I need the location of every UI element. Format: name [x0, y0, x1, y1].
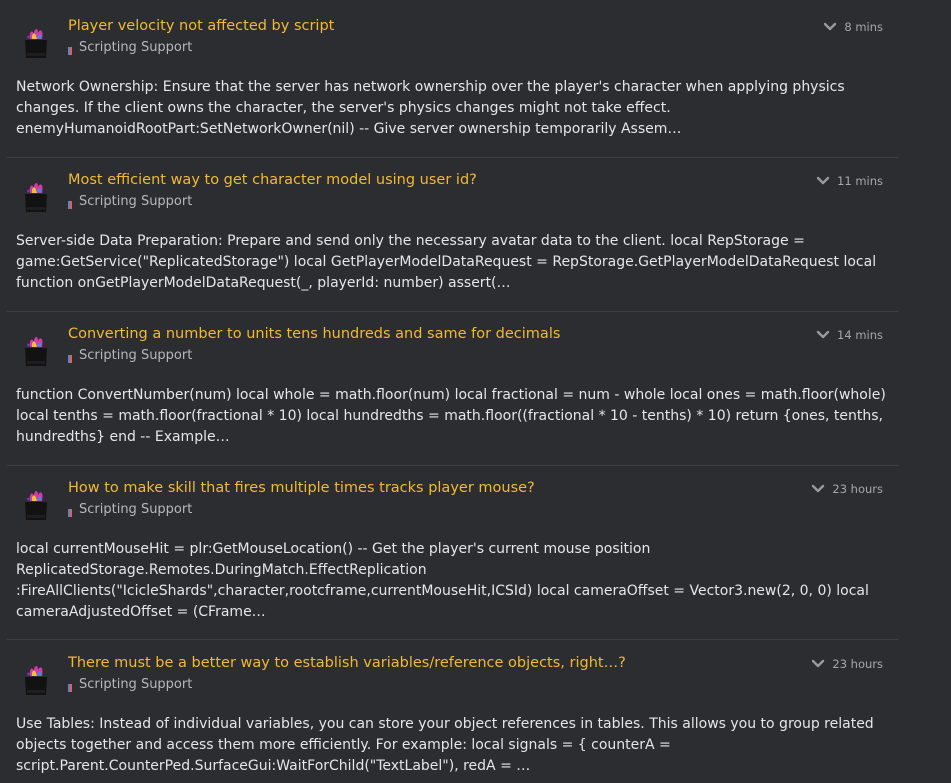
activity-time: 14 mins: [837, 328, 883, 342]
topic-excerpt: Network Ownership: Ensure that the serve…: [16, 79, 845, 137]
avatar[interactable]: [20, 662, 52, 696]
expand-chevron-icon[interactable]: [811, 659, 825, 669]
topic-meta: 8 mins: [823, 20, 883, 34]
activity-time: 11 mins: [837, 174, 883, 188]
category-label: Scripting Support: [79, 40, 193, 55]
category-label: Scripting Support: [79, 677, 193, 692]
topic-title-link[interactable]: Player velocity not affected by script: [68, 18, 334, 34]
activity-time: 8 mins: [844, 20, 883, 34]
topic-item: How to make skill that fires multiple ti…: [7, 462, 898, 640]
topic-title-link[interactable]: There must be a better way to establish …: [68, 655, 626, 671]
category-color-mark: [68, 198, 72, 209]
topic-excerpt: Server-side Data Preparation: Prepare an…: [16, 233, 877, 291]
category-label: Scripting Support: [79, 502, 193, 517]
topic-feed: Player velocity not affected by script S…: [0, 0, 951, 783]
expand-chevron-icon[interactable]: [823, 22, 837, 32]
category-badge[interactable]: Scripting Support: [68, 348, 192, 363]
category-badge[interactable]: Scripting Support: [68, 194, 192, 209]
category-label: Scripting Support: [79, 348, 193, 363]
topic-meta: 11 mins: [816, 174, 883, 188]
topic-title-link[interactable]: Most efficient way to get character mode…: [68, 172, 477, 188]
topic-meta: 14 mins: [816, 328, 883, 342]
expand-chevron-icon[interactable]: [816, 176, 830, 186]
category-badge[interactable]: Scripting Support: [68, 677, 192, 692]
category-label: Scripting Support: [79, 194, 193, 209]
topic-title-link[interactable]: Converting a number to units tens hundre…: [68, 326, 560, 342]
avatar[interactable]: [20, 25, 52, 59]
topic-item: Converting a number to units tens hundre…: [7, 308, 898, 466]
expand-chevron-icon[interactable]: [811, 484, 825, 494]
category-badge[interactable]: Scripting Support: [68, 502, 192, 517]
category-color-mark: [68, 681, 72, 692]
topic-item: Player velocity not affected by script S…: [7, 0, 898, 158]
expand-chevron-icon[interactable]: [816, 330, 830, 340]
topic-meta: 23 hours: [811, 657, 883, 671]
category-color-mark: [68, 44, 72, 55]
topic-excerpt: local currentMouseHit = plr:GetMouseLoca…: [16, 541, 869, 620]
activity-time: 23 hours: [832, 657, 883, 671]
avatar[interactable]: [20, 179, 52, 213]
topic-item: There must be a better way to establish …: [7, 637, 898, 783]
avatar[interactable]: [20, 487, 52, 521]
category-badge[interactable]: Scripting Support: [68, 40, 192, 55]
topic-excerpt: function ConvertNumber(num) local whole …: [16, 387, 886, 445]
category-color-mark: [68, 506, 72, 517]
topic-item: Most efficient way to get character mode…: [7, 154, 898, 312]
topic-title-link[interactable]: How to make skill that fires multiple ti…: [68, 480, 535, 496]
topic-meta: 23 hours: [811, 482, 883, 496]
activity-time: 23 hours: [832, 482, 883, 496]
avatar[interactable]: [20, 333, 52, 367]
topic-excerpt: Use Tables: Instead of individual variab…: [16, 716, 874, 774]
category-color-mark: [68, 352, 72, 363]
